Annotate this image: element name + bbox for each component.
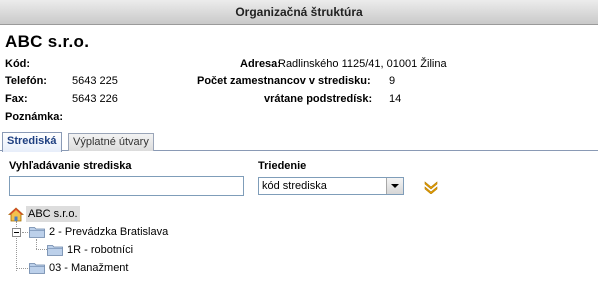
double-chevron-down-icon[interactable]: [424, 180, 438, 194]
tree-item-label: 1R - robotníci: [67, 244, 134, 256]
tree-item-label: 2 - Prevádzka Bratislava: [49, 226, 169, 238]
telefon-label: Telefón:: [5, 75, 47, 87]
vratane-label: vrátane podstredísk:: [264, 93, 373, 105]
folder-icon: [29, 227, 45, 238]
vratane-value: 14: [389, 93, 402, 105]
kod-label: Kód:: [5, 58, 31, 70]
tree-connector: [36, 239, 37, 249]
sort-label: Triedenie: [258, 160, 307, 172]
pocet-value: 9: [389, 75, 396, 87]
tab-strediska[interactable]: Strediská: [2, 132, 62, 152]
home-icon: [8, 207, 24, 222]
poznamka-label: Poznámka:: [5, 111, 64, 123]
fax-value: 5643 226: [72, 93, 118, 105]
search-input[interactable]: [9, 176, 244, 196]
tab-strip: Strediská Výplatné útvary: [0, 131, 598, 152]
window-title: Organizačná štruktúra: [0, 0, 598, 25]
telefon-value: 5643 225: [72, 75, 118, 87]
tree-item-label: ABC s.r.o.: [26, 206, 80, 222]
folder-icon: [47, 245, 63, 256]
folder-icon: [29, 263, 45, 274]
adresa-value: Radlinského 1125/41, 01001 Žilina: [278, 58, 447, 70]
search-label: Vyhľadávanie strediska: [9, 160, 132, 172]
sort-selected-value: kód strediska: [262, 180, 327, 192]
chevron-down-icon[interactable]: [386, 178, 403, 194]
pocet-label: Počet zamestnancov v stredisku:: [197, 75, 371, 87]
sort-select[interactable]: kód strediska: [258, 177, 404, 195]
tree-connector: [36, 249, 47, 250]
adresa-label: Adresa:: [240, 58, 281, 70]
collapse-toggle[interactable]: [12, 228, 21, 237]
company-name: ABC s.r.o.: [5, 32, 90, 51]
tree-item-label: 03 - Manažment: [49, 262, 129, 274]
tab-vyplatne-utvary[interactable]: Výplatné útvary: [68, 133, 154, 151]
fax-label: Fax:: [5, 93, 28, 105]
